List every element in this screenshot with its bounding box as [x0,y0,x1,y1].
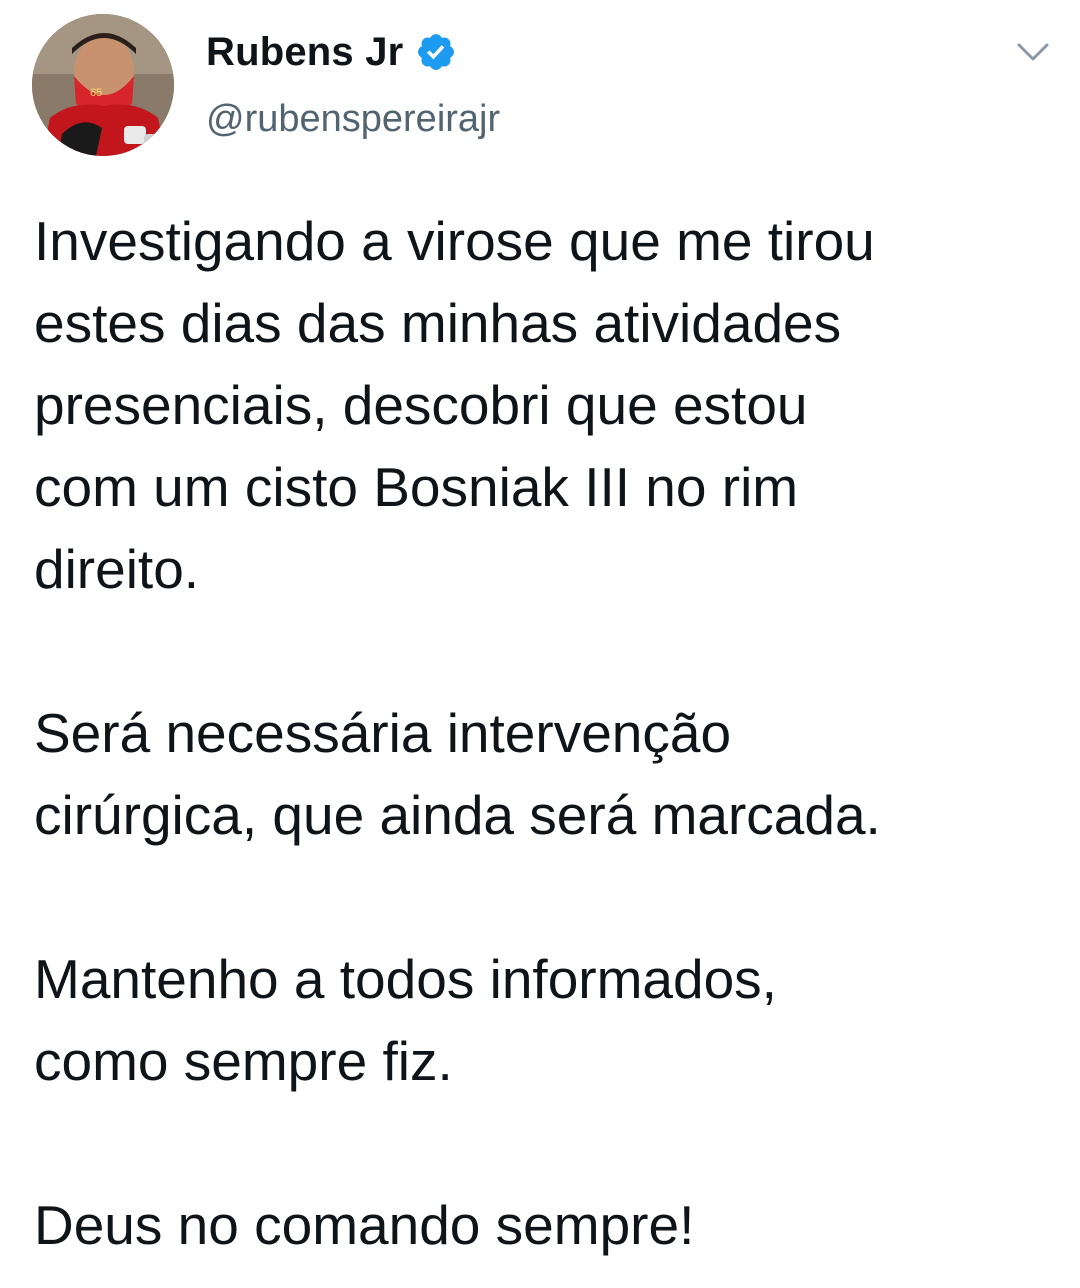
author-name-row: Rubens Jr [206,26,457,78]
tweet-text: Investigando a virose que me tirou estes… [34,200,1054,1266]
display-name[interactable]: Rubens Jr [206,30,403,75]
tweet-paragraph: Deus no comando sempre! [34,1194,695,1256]
avatar[interactable]: 65 [32,14,174,156]
chevron-down-icon[interactable] [1016,40,1050,64]
verified-badge-icon [418,34,455,70]
mask-logo: 65 [90,87,102,99]
avatar-photo-icon: 65 [32,14,174,156]
tweet-card: 65 Rubens Jr @rubenspereirajr Investigan… [0,0,1080,1288]
tweet-paragraph: Mantenho a todos informados, como sempre… [34,948,777,1092]
author-handle[interactable]: @rubenspereirajr [206,98,500,141]
tweet-paragraph: Será necessária intervenção cirúrgica, q… [34,702,881,846]
tweet-paragraph: Investigando a virose que me tirou estes… [34,210,875,600]
